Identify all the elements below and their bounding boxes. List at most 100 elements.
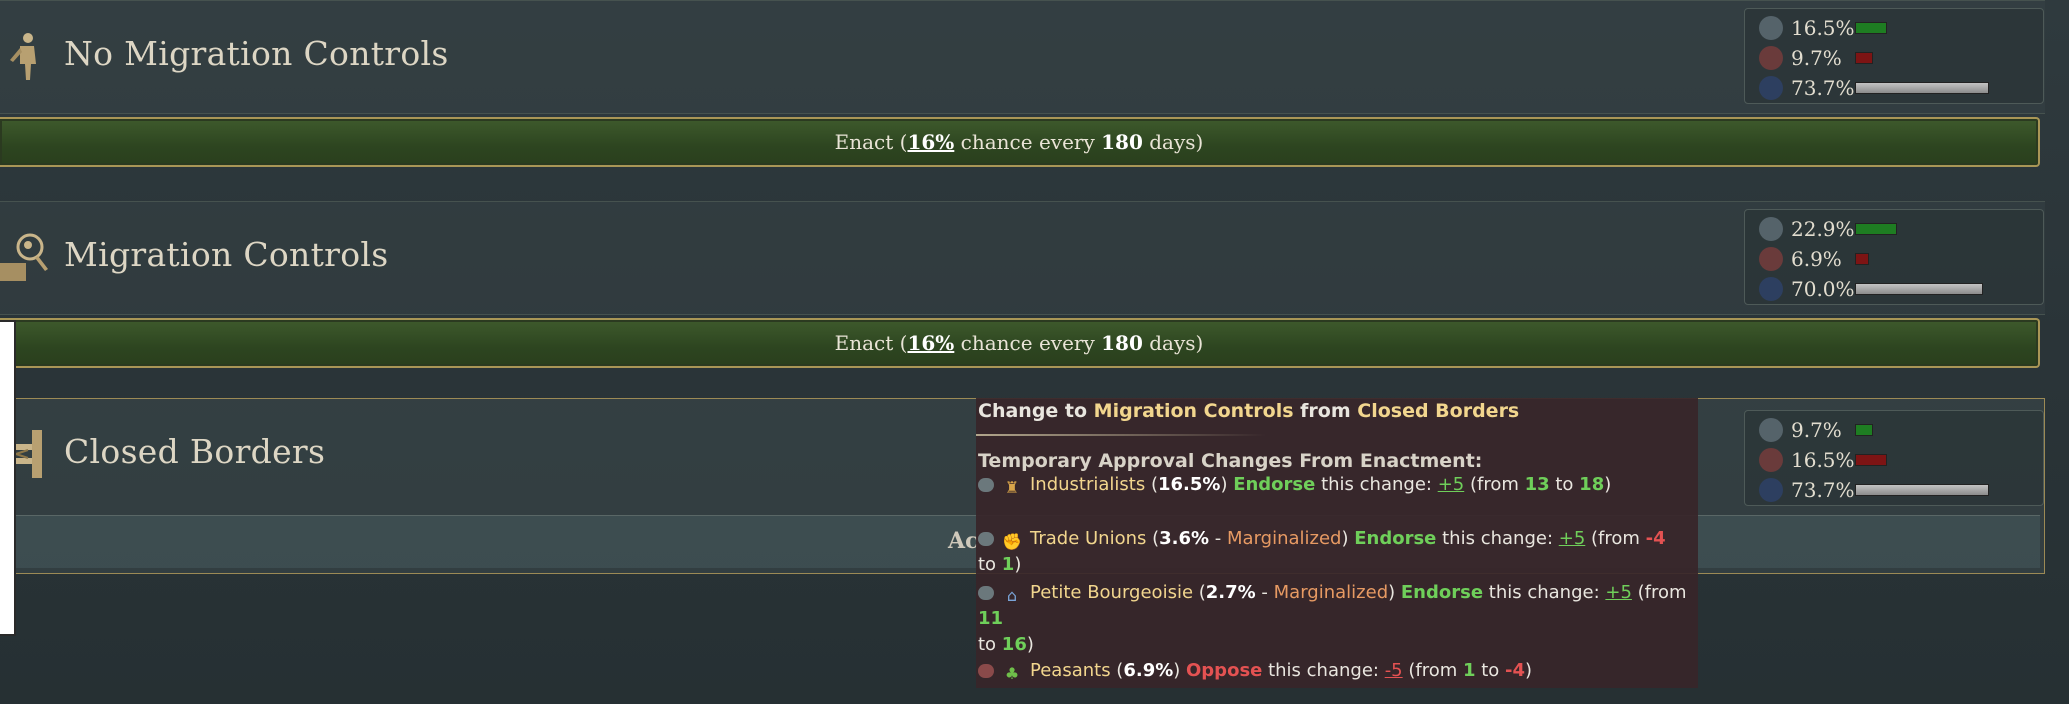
verdict: Endorse xyxy=(1233,474,1316,495)
approve-icon xyxy=(1759,217,1783,241)
enact-days: 180 xyxy=(1101,130,1143,154)
enactment-tooltip: Change to Migration Controls from Closed… xyxy=(976,398,1698,688)
approve-stat: 9.7% xyxy=(1759,417,1873,443)
group-status: Marginalized xyxy=(1227,528,1342,549)
text-change: this change: xyxy=(1262,660,1385,681)
oppose-bar xyxy=(1855,52,1873,64)
enact-button[interactable]: Enact (16% chance every 180 days) xyxy=(0,318,2040,368)
text-change: this change: xyxy=(1315,474,1438,495)
enact-chance: 16% xyxy=(907,130,955,154)
approval-to: -4 xyxy=(1505,660,1526,681)
approval-panel: 9.7% 16.5% 73.7% xyxy=(1744,410,2044,506)
text-from: (from xyxy=(1464,474,1525,495)
approve-stat: 22.9% xyxy=(1759,216,1897,242)
approve-bar xyxy=(1855,223,1897,235)
text-to: to xyxy=(1549,474,1580,495)
approve-value: 9.7% xyxy=(1791,418,1842,442)
approve-bar xyxy=(1855,424,1873,436)
group-name[interactable]: Petite Bourgeoisie xyxy=(1030,582,1193,603)
oppose-bar xyxy=(1855,253,1869,265)
approval-from: 13 xyxy=(1524,474,1550,495)
approval-panel: 22.9% 6.9% 70.0% xyxy=(1744,209,2044,305)
inspector-icon xyxy=(0,233,48,281)
verdict: Oppose xyxy=(1186,660,1263,681)
active-label: Ac xyxy=(948,528,979,554)
oppose-bar xyxy=(1855,454,1887,466)
text-to: to xyxy=(978,634,1002,655)
text-change: this change: xyxy=(1483,582,1606,603)
text-end: ) xyxy=(1525,660,1533,681)
neutral-value: 70.0% xyxy=(1791,277,1855,301)
approval-change: -5 xyxy=(1384,660,1403,681)
approve-icon xyxy=(1759,418,1783,442)
neutral-value: 73.7% xyxy=(1791,76,1855,100)
neutral-icon xyxy=(1759,478,1783,502)
text-from: (from xyxy=(1585,528,1646,549)
group-share: 16.5% xyxy=(1157,474,1221,495)
neutral-value: 73.7% xyxy=(1791,478,1855,502)
group-name[interactable]: Peasants xyxy=(1030,660,1111,681)
neutral-bar xyxy=(1855,283,1983,295)
approval-from: -4 xyxy=(1645,528,1666,549)
shop-icon: ⌂ xyxy=(1006,586,1018,605)
group-name[interactable]: Trade Unions xyxy=(1030,528,1146,549)
tooltip-title: Change to Migration Controls from Closed… xyxy=(978,400,1519,422)
title-current-law: Closed Borders xyxy=(1357,400,1520,422)
neutral-bar xyxy=(1855,484,1989,496)
disapprove-icon xyxy=(1759,448,1783,472)
oppose-value: 9.7% xyxy=(1791,46,1842,70)
approve-icon xyxy=(978,586,994,600)
neutral-stat: 70.0% xyxy=(1759,276,1983,302)
enact-chance: 16% xyxy=(907,331,955,355)
enact-button[interactable]: Enact (16% chance every 180 days) xyxy=(0,117,2040,167)
approve-icon xyxy=(978,532,994,546)
text-from: (from xyxy=(1402,660,1463,681)
interest-group-line: ♣ Peasants (6.9%) Oppose this change: -5 … xyxy=(978,658,1688,684)
approval-panel: 16.5% 9.7% 73.7% xyxy=(1744,8,2044,104)
verdict: Endorse xyxy=(1400,582,1484,603)
group-share: 3.6% xyxy=(1159,528,1210,549)
oppose-value: 6.9% xyxy=(1791,247,1842,271)
neutral-icon xyxy=(1759,76,1783,100)
oppose-stat: 16.5% xyxy=(1759,447,1887,473)
approval-change: +5 xyxy=(1437,474,1465,495)
enact-mid: chance every xyxy=(954,130,1102,154)
enact-prefix: Enact ( xyxy=(834,331,908,355)
approval-change: +5 xyxy=(1605,582,1632,603)
enact-prefix: Enact ( xyxy=(834,130,908,154)
law-title: Closed Borders xyxy=(64,432,326,471)
title-target-law: Migration Controls xyxy=(1093,400,1294,422)
text-to: to xyxy=(978,554,1002,575)
neutral-stat: 73.7% xyxy=(1759,75,1989,101)
approval-from: 11 xyxy=(978,608,1004,629)
approval-from: 1 xyxy=(1463,660,1476,681)
approve-value: 16.5% xyxy=(1791,16,1855,40)
text-change: this change: xyxy=(1436,528,1559,549)
approval-to: 16 xyxy=(1001,634,1027,655)
approve-icon xyxy=(978,478,994,492)
enact-mid: chance every xyxy=(954,331,1102,355)
neutral-stat: 73.7% xyxy=(1759,477,1989,503)
title-prefix: Change to xyxy=(978,400,1094,422)
oppose-stat: 6.9% xyxy=(1759,246,1869,272)
tooltip-heading: Temporary Approval Changes From Enactmen… xyxy=(978,450,1483,472)
tooltip-divider xyxy=(976,434,1266,436)
disapprove-icon xyxy=(1759,46,1783,70)
neutral-icon xyxy=(1759,277,1783,301)
group-name[interactable]: Industrialists xyxy=(1030,474,1145,495)
group-share: 2.7% xyxy=(1205,582,1256,603)
enact-suffix: days) xyxy=(1142,331,1204,355)
verdict: Endorse xyxy=(1354,528,1437,549)
oppose-stat: 9.7% xyxy=(1759,45,1873,71)
approval-to: 1 xyxy=(1001,554,1015,575)
approve-stat: 16.5% xyxy=(1759,15,1887,41)
interest-group-line: ♜ Industrialists (16.5%) Endorse this cha… xyxy=(978,472,1688,498)
oppose-value: 16.5% xyxy=(1791,448,1855,472)
law-title: No Migration Controls xyxy=(64,34,449,73)
interest-group-line: ✊ Trade Unions (3.6% - Marginalized) Endo… xyxy=(978,528,1666,575)
approve-bar xyxy=(1855,22,1887,34)
side-panel-edge[interactable] xyxy=(0,320,16,636)
text-end: ) xyxy=(1604,474,1612,495)
approval-change: +5 xyxy=(1558,528,1586,549)
text-end: ) xyxy=(1014,554,1022,575)
